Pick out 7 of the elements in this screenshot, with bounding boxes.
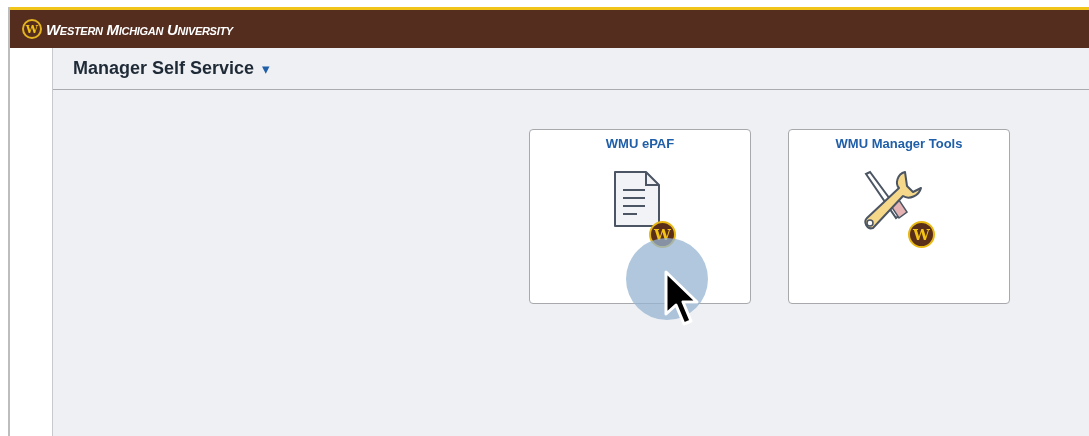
document-icon	[612, 170, 662, 230]
page-title: Manager Self Service	[73, 58, 255, 79]
university-name: Western Michigan University	[46, 20, 233, 38]
logo-icon: W	[22, 19, 42, 39]
tile[interactable]: WMU Manager Tools W	[788, 129, 1010, 304]
dropdown-arrow[interactable]: ▾	[262, 59, 271, 78]
badge-icon: W	[908, 221, 935, 248]
